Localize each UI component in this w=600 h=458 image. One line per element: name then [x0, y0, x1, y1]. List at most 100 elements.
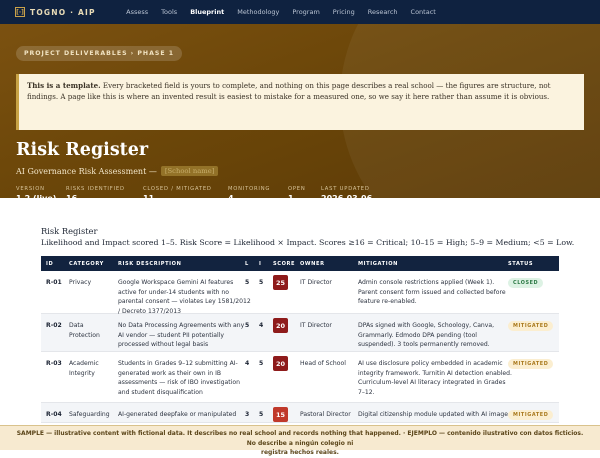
- metric-label: LAST UPDATED: [321, 186, 370, 192]
- hero-section: PROJECT DELIVERABLES › PHASE 1 This is a…: [0, 24, 600, 198]
- cell-text-line: Privacy: [69, 279, 92, 286]
- metric-value: 11: [143, 194, 212, 198]
- status-badge: CLOSED: [508, 277, 544, 288]
- risk-score-badge: 20: [273, 318, 288, 333]
- cell-text-line: active for under-14 students with no: [118, 288, 229, 296]
- metric-closed-mitigated: CLOSED / MITIGATED 11: [143, 186, 212, 198]
- risk-id: R-03: [46, 360, 62, 367]
- column-header-id[interactable]: ID: [46, 261, 53, 267]
- status-badge: MITIGATED: [508, 409, 554, 420]
- cell-text-line: Admin console restrictions applied (Week…: [358, 279, 495, 286]
- column-header-i[interactable]: I: [259, 261, 262, 267]
- table-row[interactable]: R-04 Safeguarding AI-generated deepfake or…: [41, 403, 559, 423]
- metric-value: 1: [288, 194, 306, 198]
- cell-text-line: AI-generated deepfake or manipulated: [118, 411, 237, 418]
- cell-text-line: generated work as their own in IB: [118, 369, 222, 377]
- cell-text-line: Google Workspace Gemini AI features: [118, 279, 234, 286]
- sample-disclaimer-banner: SAMPLE — illustrative content with ficti…: [0, 425, 600, 456]
- metric-monitoring: MONITORING 4: [228, 186, 270, 198]
- cell-text-line: and student disqualification: [118, 388, 203, 396]
- table-row[interactable]: R-01 Privacy Google Workspace Gemini AI fe…: [41, 271, 559, 315]
- breadcrumb[interactable]: PROJECT DELIVERABLES › PHASE 1: [16, 46, 183, 61]
- column-header-category[interactable]: CATEGORY: [69, 261, 104, 267]
- likelihood-value: 3: [245, 411, 250, 418]
- risk-score-badge: 15: [273, 407, 288, 422]
- table-body: R-01 Privacy Google Workspace Gemini AI fe…: [41, 271, 559, 423]
- table-row[interactable]: R-02 Data Protection No Data Processing Agr…: [41, 314, 559, 352]
- cell-text-line: Academic: [69, 360, 99, 367]
- impact-value: 5: [259, 411, 264, 418]
- metric-label: RISKS IDENTIFIED: [66, 186, 125, 192]
- nav-link-assess[interactable]: Assess: [120, 0, 155, 24]
- status-badge: MITIGATED: [508, 358, 554, 369]
- metric-value: 1.2 (live): [16, 194, 56, 198]
- risk-owner: Head of School: [300, 360, 346, 367]
- risk-id: R-01: [46, 279, 62, 286]
- metric-last-updated: LAST UPDATED 2026-03-06: [321, 186, 372, 198]
- cell-text-line: Students in Grades 9–12 submitting AI-: [118, 360, 238, 367]
- risk-id: R-04: [46, 411, 62, 418]
- nav-link-tools[interactable]: Tools: [155, 0, 184, 24]
- cell-text-line: DPAs signed with Google, Schoology, Canv…: [358, 322, 495, 329]
- cell-text-line: AI vendor — student PII potentially: [118, 331, 225, 339]
- brand[interactable]: [·] TOGNO · AIP: [15, 7, 96, 17]
- column-header-risk-description[interactable]: RISK DESCRIPTION: [118, 261, 181, 267]
- cell-text-line: 7–12.: [358, 388, 375, 396]
- nav-links: Assess Tools Blueprint Methodology Program Pr…: [120, 0, 443, 24]
- metric-value: 2026-03-06: [321, 194, 372, 198]
- metric-value: 4: [228, 194, 270, 198]
- likelihood-value: 5: [245, 279, 250, 286]
- column-header-score[interactable]: SCORE: [273, 261, 295, 267]
- brand-logo-icon: [·]: [15, 7, 25, 17]
- column-header-mitigation[interactable]: MITIGATION: [358, 261, 398, 267]
- metric-value: 16: [66, 194, 125, 198]
- cell-text-line: suspended). 3 tools permanently removed.: [358, 341, 490, 349]
- status-badge: MITIGATED: [508, 320, 554, 331]
- risk-owner: IT Director: [300, 279, 332, 286]
- impact-value: 5: [259, 279, 264, 286]
- metric-label: VERSION: [16, 186, 45, 192]
- nav-link-methodology[interactable]: Methodology: [231, 0, 286, 24]
- metric-label: MONITORING: [228, 186, 271, 192]
- risk-owner: IT Director: [300, 322, 332, 329]
- nav-link-contact[interactable]: Contact: [404, 0, 442, 24]
- section-description: Likelihood and Impact scored 1–5. Risk S…: [41, 238, 575, 247]
- school-name-placeholder[interactable]: [School name]: [160, 166, 219, 176]
- section-title: Risk Register: [41, 226, 98, 236]
- metric-version: VERSION 1.2 (live): [16, 186, 56, 198]
- column-header-l[interactable]: L: [245, 261, 249, 267]
- notice-text: Every bracketed field is yours to comple…: [27, 81, 551, 102]
- risk-table: ID CATEGORY RISK DESCRIPTION L I SCORE OWNER MI…: [41, 256, 559, 423]
- risk-owner: Pastoral Director: [300, 411, 351, 418]
- table-header: ID CATEGORY RISK DESCRIPTION L I SCORE OWNER MI…: [41, 256, 559, 271]
- cell-text-line: Safeguarding: [69, 411, 110, 418]
- page-title: Risk Register: [16, 140, 149, 160]
- banner-line-1: SAMPLE — illustrative content with ficti…: [16, 430, 584, 447]
- impact-value: 5: [259, 360, 264, 367]
- cell-text-line: processed without legal basis: [118, 341, 209, 349]
- cell-text-line: Grammarly. Edmodo DPA pending (tool: [358, 331, 477, 339]
- cell-text-line: Parent consent form issued and collected…: [358, 288, 506, 296]
- nav-link-research[interactable]: Research: [361, 0, 404, 24]
- metric-risks-identified: RISKS IDENTIFIED 16: [66, 186, 125, 198]
- cell-text-line: Curriculum-level AI literacy integrated …: [358, 379, 506, 387]
- cell-text-line: Data: [69, 322, 84, 329]
- nav-link-blueprint[interactable]: Blueprint: [184, 0, 231, 24]
- likelihood-value: 5: [245, 322, 250, 329]
- impact-value: 4: [259, 322, 264, 329]
- brand-name: TOGNO · AIP: [30, 7, 96, 17]
- risk-id: R-02: [46, 322, 62, 329]
- cell-text-line: integrity framework. Turnitin AI detecti…: [358, 369, 512, 377]
- cell-text-line: Integrity: [69, 369, 95, 377]
- metric-label: CLOSED / MITIGATED: [143, 186, 212, 192]
- risk-score-badge: 20: [273, 356, 288, 371]
- nav-link-program[interactable]: Program: [286, 0, 326, 24]
- risk-score-badge: 25: [273, 275, 288, 290]
- nav-link-pricing[interactable]: Pricing: [326, 0, 361, 24]
- cell-text-line: Protection: [69, 331, 100, 339]
- column-header-status[interactable]: STATUS: [508, 261, 533, 267]
- table-row[interactable]: R-03 Academic Integrity Students in Grades …: [41, 352, 559, 403]
- subtitle-text: AI Governance Risk Assessment —: [16, 166, 157, 176]
- column-header-owner[interactable]: OWNER: [300, 261, 325, 267]
- banner-line-2: registra hechos reales.: [261, 449, 339, 456]
